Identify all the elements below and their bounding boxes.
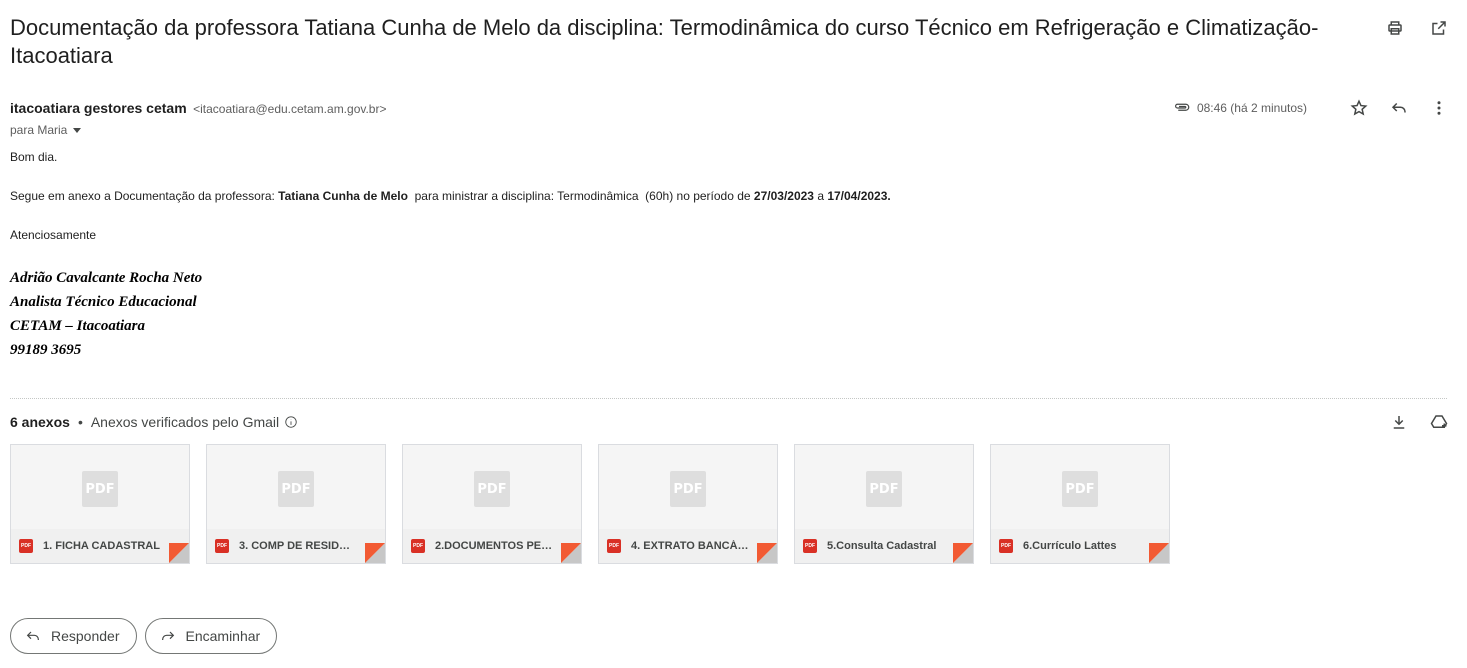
attachments-verified: Anexos verificados pelo Gmail [90, 414, 280, 430]
attachment-footer: PDF 5.Consulta Cadastral [795, 529, 973, 563]
forward-button[interactable]: Encaminhar [144, 618, 278, 654]
attachment-footer: PDF 4. EXTRATO BANCÁRIO [599, 529, 777, 563]
pdf-file-icon: PDF [215, 539, 229, 553]
date-end: 17/04/2023. [827, 189, 891, 203]
subject-row: Documentação da professora Tatiana Cunha… [10, 14, 1350, 70]
reply-button[interactable]: Responder [10, 618, 137, 654]
signature-name: Adrião Cavalcante Rocha Neto [10, 270, 203, 286]
reply-icon[interactable] [1389, 98, 1409, 118]
attachment-name: 1. FICHA CADASTRAL [43, 540, 160, 552]
folded-corner-icon [757, 543, 777, 563]
pdf-icon: PDF [670, 471, 706, 507]
signature-org: CETAM – Itacoatiara [10, 318, 146, 334]
date-start: 27/03/2023 [753, 189, 814, 203]
forward-icon [161, 631, 174, 640]
signature: Adrião Cavalcante Rocha Neto Analista Té… [10, 266, 202, 362]
sender-email: <itacoatiara@edu.cetam.am.gov.br> [193, 102, 387, 116]
add-to-drive-icon[interactable] [1429, 412, 1449, 432]
attachments-actions [1389, 412, 1449, 432]
reply-actions: Responder Encaminhar [10, 618, 278, 654]
attachment-thumbnail: PDF [599, 445, 777, 531]
attachment-footer: PDF 3. COMP DE RESIDÊNCIA [207, 529, 385, 563]
attachment-card[interactable]: PDF PDF 4. EXTRATO BANCÁRIO [598, 444, 778, 564]
message-meta: 08:46 (há 2 minutos) [1173, 98, 1449, 118]
more-vert-icon[interactable] [1429, 98, 1449, 118]
signature-role: Analista Técnico Educacional [10, 294, 197, 310]
info-icon[interactable] [284, 415, 298, 429]
forward-label: Encaminhar [185, 628, 261, 644]
paperclip-icon [1173, 99, 1191, 117]
pdf-file-icon: PDF [19, 539, 33, 553]
body-text-a: Segue em anexo a Documentação da profess… [10, 189, 279, 203]
sender-name[interactable]: itacoatiara gestores cetam [10, 100, 187, 116]
separator-dot: • [77, 414, 83, 430]
folded-corner-icon [953, 543, 973, 563]
attachment-name: 6.Currículo Lattes [1023, 540, 1117, 552]
pdf-icon: PDF [1062, 471, 1098, 507]
pdf-icon: PDF [474, 471, 510, 507]
recipient-toggle[interactable]: para Maria [10, 123, 82, 137]
pdf-icon: PDF [866, 471, 902, 507]
attachments-count: 6 anexos [10, 414, 70, 430]
print-icon[interactable] [1385, 18, 1405, 38]
body-paragraph: Segue em anexo a Documentação da profess… [10, 189, 891, 203]
attachment-footer: PDF 6.Currículo Lattes [991, 529, 1169, 563]
attachment-card[interactable]: PDF PDF 6.Currículo Lattes [990, 444, 1170, 564]
pdf-icon: PDF [82, 471, 118, 507]
greeting: Bom dia. [10, 150, 58, 164]
attachment-card[interactable]: PDF PDF 1. FICHA CADASTRAL [10, 444, 190, 564]
recipient-label: para Maria [10, 123, 68, 137]
attachment-footer: PDF 1. FICHA CADASTRAL [11, 529, 189, 563]
attachment-thumbnail: PDF [207, 445, 385, 531]
body-text-c: a [813, 189, 828, 203]
pdf-file-icon: PDF [411, 539, 425, 553]
attachment-footer: PDF 2.DOCUMENTOS PESSOAIS [403, 529, 581, 563]
signature-phone: 99189 3695 [10, 342, 82, 358]
download-icon[interactable] [1389, 412, 1409, 432]
attachments-header: 6 anexos • Anexos verificados pelo Gmail [10, 413, 1449, 431]
body-text-b: para ministrar a disciplina: Termodinâmi… [407, 189, 754, 203]
attachment-card[interactable]: PDF PDF 2.DOCUMENTOS PESSOAIS [402, 444, 582, 564]
email-subject: Documentação da professora Tatiana Cunha… [10, 15, 1319, 68]
folded-corner-icon [561, 543, 581, 563]
attachment-name: 2.DOCUMENTOS PESSOAIS [435, 540, 553, 552]
pdf-file-icon: PDF [803, 539, 817, 553]
attachment-name: 3. COMP DE RESIDÊNCIA [239, 540, 357, 552]
top-actions [1385, 18, 1449, 38]
attachment-thumbnail: PDF [795, 445, 973, 531]
teacher-name: Tatiana Cunha de Melo [278, 189, 408, 203]
reply-label: Responder [51, 628, 120, 644]
attachment-thumbnail: PDF [11, 445, 189, 531]
attachments-list: PDF PDF 1. FICHA CADASTRAL PDF PDF 3. CO… [10, 444, 1170, 564]
attachment-name: 5.Consulta Cadastral [827, 540, 937, 552]
sender-row: itacoatiara gestores cetam <itacoatiara@… [10, 98, 1449, 120]
reply-icon [26, 631, 39, 640]
message-time: 08:46 (há 2 minutos) [1196, 101, 1307, 115]
star-icon[interactable] [1349, 98, 1369, 118]
attachment-thumbnail: PDF [991, 445, 1169, 531]
attachment-card[interactable]: PDF PDF 5.Consulta Cadastral [794, 444, 974, 564]
folded-corner-icon [1149, 543, 1169, 563]
pdf-icon: PDF [278, 471, 314, 507]
attachment-thumbnail: PDF [403, 445, 581, 531]
chevron-down-icon [73, 128, 82, 133]
attachments-divider [10, 398, 1447, 399]
folded-corner-icon [365, 543, 385, 563]
pdf-file-icon: PDF [607, 539, 621, 553]
folded-corner-icon [169, 543, 189, 563]
closing: Atenciosamente [10, 228, 97, 242]
attachment-name: 4. EXTRATO BANCÁRIO [631, 540, 749, 552]
attachment-card[interactable]: PDF PDF 3. COMP DE RESIDÊNCIA [206, 444, 386, 564]
pdf-file-icon: PDF [999, 539, 1013, 553]
open-in-new-icon[interactable] [1429, 18, 1449, 38]
